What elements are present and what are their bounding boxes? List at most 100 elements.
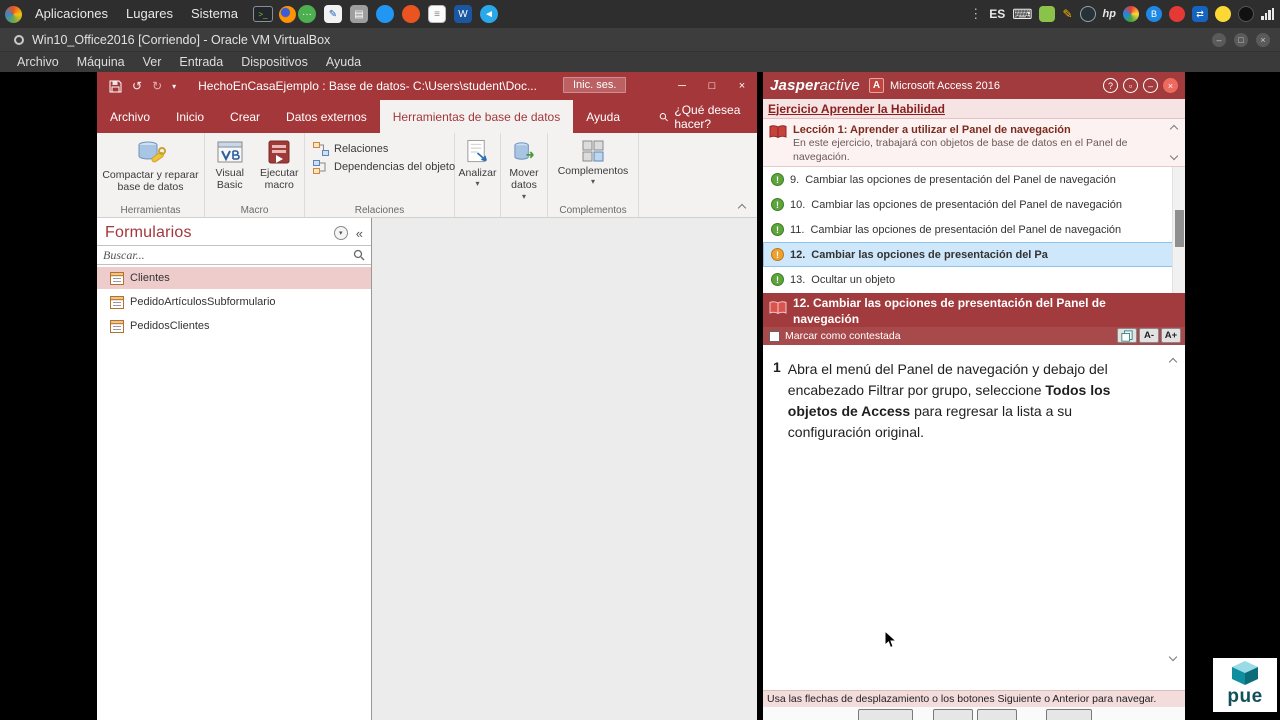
sync-tray-icon[interactable]: ⇄ <box>1192 6 1208 22</box>
hp-tray-icon[interactable]: hp <box>1103 8 1116 20</box>
mark-answered-checkbox[interactable] <box>769 330 780 342</box>
ribbon-collapse-icon[interactable] <box>737 203 747 213</box>
task-row-12-selected[interactable]: ! 12. Cambiar las opciones de presentaci… <box>763 242 1185 267</box>
dependencias-button[interactable]: Dependencias del objeto <box>313 160 455 174</box>
sign-in-button[interactable]: Inic. ses. <box>563 77 627 93</box>
vm-close-button[interactable]: × <box>1256 32 1270 47</box>
complementos-button[interactable]: Complementos ▾ <box>548 136 638 189</box>
chat-app-icon[interactable]: ··· <box>298 5 316 23</box>
jasper-restore-button[interactable]: ▫ <box>1123 78 1138 93</box>
nav-item-clientes[interactable]: Clientes <box>97 267 371 289</box>
word-app-icon[interactable]: W <box>454 5 472 23</box>
tab-datos-externos[interactable]: Datos externos <box>273 100 380 133</box>
firefox-launcher-icon[interactable] <box>278 5 296 23</box>
document-app-icon[interactable]: ≡ <box>428 5 446 23</box>
distro-logo-icon[interactable] <box>5 5 22 23</box>
lesson-header[interactable]: Lección 1: Aprender a utilizar el Panel … <box>763 119 1185 167</box>
tab-crear[interactable]: Crear <box>217 100 273 133</box>
menu-lugares[interactable]: Lugares <box>117 0 182 28</box>
vm-menu-maquina[interactable]: Máquina <box>68 55 134 69</box>
taskbar-apps: ··· ✎ ▤ ≡ W ◄ <box>298 5 498 23</box>
jasper-help-button[interactable]: ? <box>1103 78 1118 93</box>
yellow-tray-icon[interactable] <box>1215 6 1231 22</box>
tell-me-search[interactable]: ¿Qué desea hacer? <box>659 100 757 133</box>
instruction-scroll-down-icon[interactable] <box>1168 652 1178 662</box>
nav-pane-collapse-icon[interactable]: « <box>356 226 363 241</box>
dark-tray-icon[interactable] <box>1079 6 1096 22</box>
nav-button-prev[interactable] <box>933 709 973 720</box>
network-signal-icon[interactable] <box>1261 8 1274 20</box>
access-maximize-button[interactable]: □ <box>697 72 727 100</box>
terminal-launcher-icon[interactable]: >_ <box>252 6 273 22</box>
access-close-button[interactable]: × <box>727 72 757 100</box>
save-icon[interactable] <box>109 80 122 93</box>
notes-tray-icon[interactable]: ✎ <box>1062 7 1072 21</box>
text-editor-icon[interactable]: ✎ <box>324 5 342 23</box>
access-minimize-button[interactable]: ─ <box>667 72 697 100</box>
mover-datos-button[interactable]: Mover datos ▾ <box>501 136 547 204</box>
tab-archivo[interactable]: Archivo <box>97 100 163 133</box>
language-indicator[interactable]: ES <box>989 7 1005 21</box>
analizar-button[interactable]: Analizar ▾ <box>455 136 500 191</box>
nav-item-pedidoarticulossubformulario[interactable]: PedidoArtículosSubformulario <box>97 291 371 313</box>
tray-overflow-icon[interactable]: ⋮ <box>969 6 982 22</box>
qat-dropdown-icon[interactable]: ▾ <box>172 82 176 91</box>
green-tray-icon[interactable] <box>1039 6 1056 22</box>
menu-sistema[interactable]: Sistema <box>182 0 247 28</box>
step-text: Abra el menú del Panel de navegación y d… <box>788 359 1151 443</box>
tab-ayuda[interactable]: Ayuda <box>573 100 633 133</box>
color-wheel-tray-icon[interactable] <box>1123 6 1139 22</box>
orange-app-icon[interactable] <box>402 5 420 23</box>
task-row-9[interactable]: ! 9. Cambiar las opciones de presentació… <box>763 167 1185 192</box>
copy-button[interactable] <box>1117 328 1137 343</box>
jasper-close-button[interactable]: × <box>1163 78 1178 93</box>
jasper-minimize-button[interactable]: – <box>1143 78 1158 93</box>
mover-datos-dropdown-icon: ▾ <box>521 191 526 201</box>
vm-menu-archivo[interactable]: Archivo <box>8 55 68 69</box>
task-row-10[interactable]: ! 10. Cambiar las opciones de presentaci… <box>763 192 1185 217</box>
search-icon[interactable] <box>353 249 365 261</box>
vm-window-controls: – □ × <box>1212 32 1280 47</box>
redo-icon[interactable]: ↻ <box>152 79 162 93</box>
blue-app-icon[interactable] <box>376 5 394 23</box>
file-manager-icon[interactable]: ▤ <box>350 5 368 23</box>
compact-repair-button[interactable]: Compactar y reparar base de datos <box>97 136 204 197</box>
task-row-13[interactable]: ! 13. Ocultar un objeto <box>763 267 1185 292</box>
task-status-icon: ! <box>771 248 784 261</box>
red-badge-tray-icon[interactable] <box>1169 6 1185 22</box>
vm-minimize-button[interactable]: – <box>1212 32 1226 47</box>
telegram-icon[interactable]: ◄ <box>480 5 498 23</box>
vm-menu-ver[interactable]: Ver <box>134 55 171 69</box>
nav-menu-dropdown-icon[interactable]: ▾ <box>333 226 348 240</box>
group-label-complementos: Complementos <box>559 205 627 216</box>
font-decrease-button[interactable]: A- <box>1139 328 1159 343</box>
nav-button-2[interactable] <box>1046 709 1092 720</box>
keyboard-layout-icon[interactable]: ⌨ <box>1012 6 1032 23</box>
vm-menu-ayuda[interactable]: Ayuda <box>317 55 370 69</box>
vm-menu-dispositivos[interactable]: Dispositivos <box>232 55 317 69</box>
instruction-panel: 1 Abra el menú del Panel de navegación y… <box>763 345 1185 690</box>
relaciones-button[interactable]: Relaciones <box>313 142 455 156</box>
tab-inicio[interactable]: Inicio <box>163 100 217 133</box>
nav-button-next[interactable] <box>977 709 1017 720</box>
vm-menu-entrada[interactable]: Entrada <box>170 55 232 69</box>
run-macro-button[interactable]: Ejecutar macro <box>255 136 305 195</box>
visual-basic-button[interactable]: Visual Basic <box>205 136 255 195</box>
vm-maximize-button[interactable]: □ <box>1234 32 1248 47</box>
ribbon: Compactar y reparar base de datos Herram… <box>97 133 757 218</box>
task-row-11[interactable]: ! 11. Cambiar las opciones de presentaci… <box>763 217 1185 242</box>
nav-item-pedidosclientes[interactable]: PedidosClientes <box>97 315 371 337</box>
lesson-scroll-up-icon[interactable] <box>1169 124 1179 134</box>
task-list-scrollbar[interactable] <box>1172 167 1185 293</box>
instruction-scroll-up-icon[interactable] <box>1168 357 1178 367</box>
tab-herramientas-base-datos[interactable]: Herramientas de base de datos <box>379 100 574 133</box>
undo-icon[interactable]: ↺ <box>132 79 142 93</box>
nav-button-1[interactable] <box>858 709 913 720</box>
black-tray-icon[interactable] <box>1238 6 1254 22</box>
bluetooth-icon[interactable]: B <box>1146 6 1162 22</box>
nav-search-input[interactable] <box>103 247 353 263</box>
menu-aplicaciones[interactable]: Aplicaciones <box>26 0 117 28</box>
font-increase-button[interactable]: A+ <box>1161 328 1181 343</box>
lesson-scroll-down-icon[interactable] <box>1169 151 1179 161</box>
scrollbar-thumb[interactable] <box>1175 210 1184 247</box>
